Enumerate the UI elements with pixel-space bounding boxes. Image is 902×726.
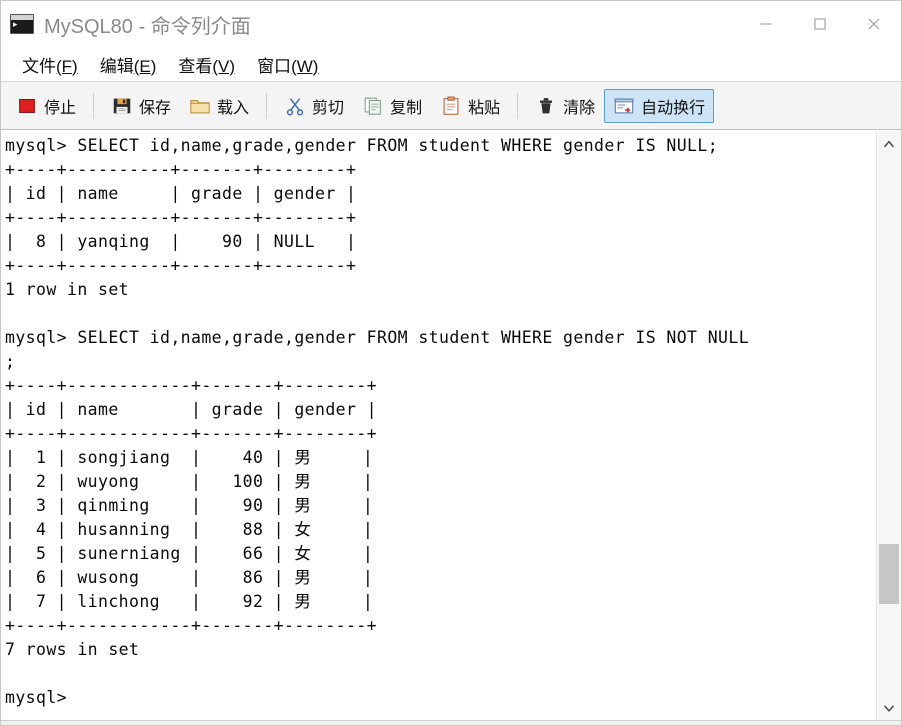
menu-view-label: 查看 (178, 56, 213, 76)
clear-button[interactable]: 清除 (526, 89, 604, 123)
status-line (1, 720, 901, 725)
minimize-icon (760, 23, 772, 25)
title-bar: MySQL80 - 命令列介面 (1, 1, 901, 47)
save-label: 保存 (139, 99, 172, 117)
close-icon (868, 18, 880, 30)
menu-item-view[interactable]: 查看(V) (169, 50, 244, 79)
toolbar-separator-3 (517, 92, 519, 119)
menu-edit-accel: (E) (133, 56, 157, 76)
word-wrap-icon (614, 98, 634, 113)
menu-window-accel: (W) (291, 56, 319, 76)
stop-label: 停止 (44, 99, 77, 117)
toolbar-separator-2 (266, 92, 268, 119)
menu-file-label: 文件 (22, 56, 56, 76)
mysql-command-line-window: MySQL80 - 命令列介面 文件(F) 编辑(E) (0, 0, 902, 726)
window-controls (739, 1, 901, 47)
menu-item-edit[interactable]: 编辑(E) (91, 50, 166, 79)
floppy-disk-icon (113, 98, 131, 113)
copy-button[interactable]: 复制 (353, 89, 431, 123)
auto-wrap-button[interactable]: 自动换行 (604, 88, 715, 123)
load-label: 载入 (217, 99, 250, 117)
terminal-output[interactable]: mysql> SELECT id,name,grade,gender FROM … (1, 131, 876, 720)
trash-icon (540, 97, 553, 113)
console-icon (10, 14, 34, 34)
chevron-up-icon (884, 140, 894, 147)
menu-view-accel: (V) (212, 56, 236, 76)
toolbar: 停止 保存 载入 剪切 复制 粘贴 清除 自动换行 (1, 82, 901, 130)
scissors-icon (286, 97, 304, 116)
menu-item-file[interactable]: 文件(F) (13, 50, 87, 79)
toolbar-separator-1 (93, 92, 95, 119)
scroll-up-button[interactable] (877, 131, 901, 156)
menu-file-accel: (F) (56, 56, 78, 76)
maximize-icon (814, 18, 826, 30)
paste-button[interactable]: 粘贴 (431, 89, 509, 123)
scrollbar-track[interactable] (877, 156, 901, 695)
minimize-button[interactable] (739, 1, 793, 47)
terminal-text: mysql> SELECT id,name,grade,gender FROM … (5, 136, 750, 707)
menu-edit-label: 编辑 (99, 56, 134, 76)
scrollbar-thumb[interactable] (879, 544, 899, 605)
maximize-button[interactable] (793, 1, 847, 47)
window-title: MySQL80 - 命令列介面 (44, 15, 251, 38)
load-button[interactable]: 载入 (180, 89, 258, 123)
paste-label: 粘贴 (468, 99, 501, 117)
copy-label: 复制 (390, 99, 423, 117)
menu-item-window[interactable]: 窗口(W) (248, 50, 327, 79)
close-button[interactable] (847, 1, 901, 47)
chevron-down-icon (884, 704, 894, 712)
stop-button[interactable]: 停止 (7, 89, 85, 123)
auto-wrap-label: 自动换行 (641, 99, 706, 117)
terminal-area: mysql> SELECT id,name,grade,gender FROM … (1, 130, 901, 720)
cut-label: 剪切 (312, 99, 345, 117)
menu-bar: 文件(F) 编辑(E) 查看(V) 窗口(W) (1, 47, 901, 82)
clipboard-icon (443, 96, 459, 115)
save-button[interactable]: 保存 (102, 89, 180, 123)
stop-icon (19, 98, 35, 113)
menu-window-label: 窗口 (257, 56, 292, 76)
folder-icon (190, 99, 210, 113)
cut-button[interactable]: 剪切 (275, 89, 353, 123)
scroll-down-button[interactable] (877, 695, 901, 720)
clear-label: 清除 (563, 99, 596, 117)
vertical-scrollbar[interactable] (876, 131, 901, 720)
copy-icon (364, 97, 381, 115)
